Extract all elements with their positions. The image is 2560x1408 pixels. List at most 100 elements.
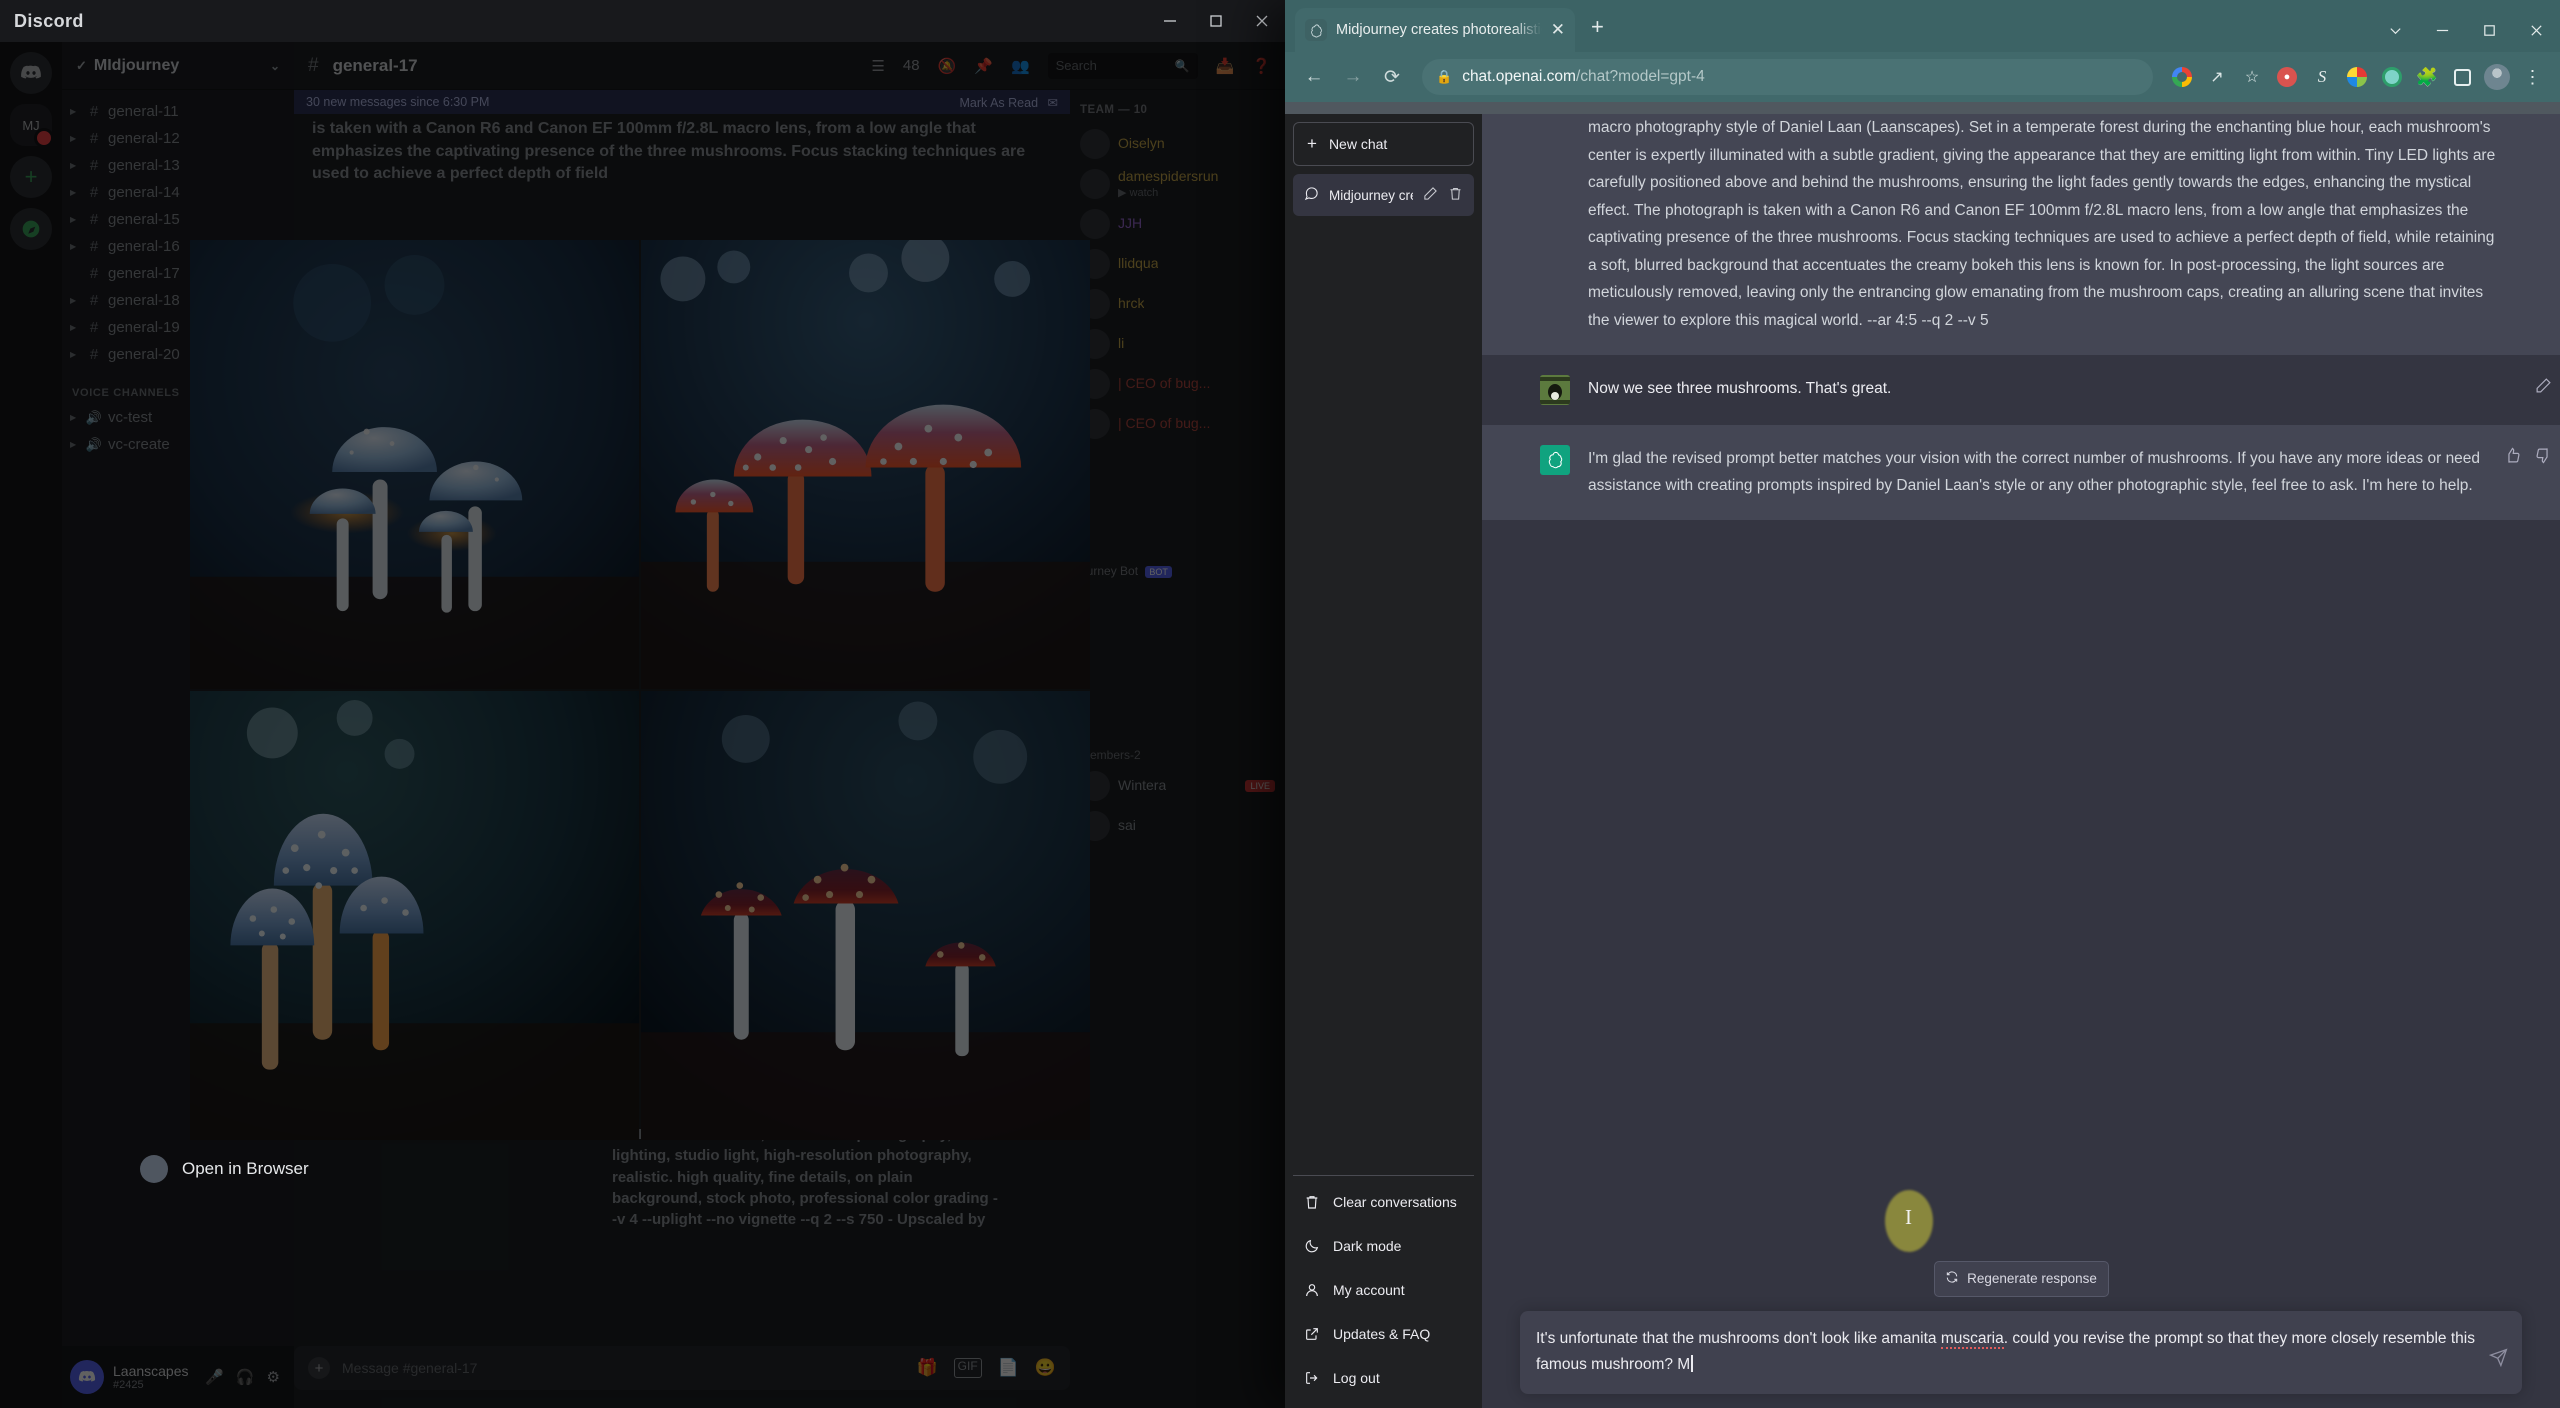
red-extension-icon[interactable]: ● (2271, 61, 2303, 93)
midjourney-image-3[interactable] (190, 691, 639, 1140)
chevron-down-icon[interactable]: ⌄ (270, 59, 280, 73)
maximize-icon[interactable] (2466, 8, 2513, 52)
send-icon[interactable] (2488, 1348, 2508, 1372)
discord-message-composer[interactable]: + Message #general-17 🎁 GIF 📄 😀 (294, 1346, 1070, 1390)
headphones-icon[interactable]: 🎧 (236, 1368, 255, 1386)
discord-channel-item[interactable]: ▶ # general-14 (62, 179, 294, 206)
regenerate-response-button[interactable]: Regenerate response (1933, 1260, 2109, 1297)
chrome-tab-strip[interactable]: Midjourney creates photorealistic ✕ + (1285, 0, 2560, 52)
sticker-icon[interactable]: 📄 (998, 1358, 1019, 1378)
open-in-browser-action[interactable]: Open in Browser (140, 1155, 309, 1183)
user-turn-actions[interactable] (2535, 377, 2552, 399)
chatgpt-sidebar[interactable]: + New chat Midjourney creates pho (1285, 114, 1482, 1408)
threads-icon[interactable]: ☰ (871, 57, 884, 75)
sidebar-item-log-out[interactable]: Log out (1293, 1356, 1474, 1400)
discord-image-grid[interactable] (190, 240, 1090, 1140)
pin-icon[interactable]: 📌 (974, 57, 993, 75)
composer-actions[interactable]: 🎁 GIF 📄 😀 (916, 1358, 1056, 1378)
discord-header-actions[interactable]: ☰ 48 🔕 📌 👥 Search 🔍 📥 ❓ (871, 52, 1271, 79)
reload-icon[interactable]: ⟳ (1375, 60, 1409, 94)
discord-member-item[interactable]: damespidersrun ▶ watch (1080, 164, 1275, 204)
discord-add-server-button[interactable]: + (10, 156, 52, 198)
chevron-down-icon[interactable] (2372, 8, 2419, 52)
discord-home-icon[interactable] (10, 52, 52, 94)
chrome-toolbar[interactable]: ← → ⟳ 🔒 chat.openai.com/chat?model=gpt-4… (1285, 52, 2560, 102)
inbox-icon[interactable]: 📥 (1216, 57, 1235, 75)
close-tab-icon[interactable]: ✕ (1551, 20, 1565, 40)
edit-icon[interactable] (2535, 377, 2552, 399)
assistant-turn-actions[interactable] (2504, 447, 2552, 469)
discord-member-list[interactable]: TEAM — 10 Oiselyn damespidersrun ▶ watch … (1070, 90, 1285, 1408)
discord-member-item[interactable]: | CEO of bug... (1080, 404, 1275, 444)
emoji-icon[interactable]: 😀 (1035, 1358, 1056, 1378)
green-extension-icon[interactable] (2376, 61, 2408, 93)
midjourney-image-2[interactable] (641, 240, 1090, 689)
discord-guild-midjourney[interactable]: MJ (10, 104, 54, 148)
chatgpt-sidebar-menu[interactable]: Clear conversations Dark mode My account… (1293, 1175, 1474, 1400)
share-icon[interactable]: ↗ (2201, 61, 2233, 93)
discord-explore-button[interactable] (10, 208, 52, 250)
midjourney-image-4[interactable] (641, 691, 1090, 1140)
discord-window-controls[interactable] (1147, 0, 1285, 42)
discord-channel-item[interactable]: ▶ # general-11 (62, 98, 294, 125)
discord-live-member[interactable]: Wintera LIVE (1080, 766, 1275, 806)
chrome-tab[interactable]: Midjourney creates photorealistic ✕ (1295, 8, 1575, 52)
new-tab-button[interactable]: + (1591, 14, 1604, 40)
sidebar-item-dark-mode[interactable]: Dark mode (1293, 1224, 1474, 1268)
midjourney-image-1[interactable] (190, 240, 639, 689)
discord-member-item[interactable]: li (1080, 324, 1275, 364)
thumbs-up-icon[interactable] (2504, 447, 2521, 469)
sidebar-item-my-account[interactable]: My account (1293, 1268, 1474, 1312)
chrome-toolbar-actions[interactable]: ↗ ☆ ● S 🧩 ⋮ (2166, 61, 2548, 93)
avatar[interactable] (70, 1360, 104, 1394)
gift-icon[interactable]: 🎁 (916, 1358, 937, 1378)
minimize-icon[interactable] (1147, 0, 1193, 42)
profile-avatar[interactable] (2481, 61, 2513, 93)
gear-icon[interactable]: ⚙ (267, 1368, 280, 1386)
side-panel-icon[interactable] (2446, 61, 2478, 93)
conversation-item[interactable]: Midjourney creates pho (1293, 174, 1474, 216)
sidebar-item-updates-faq[interactable]: Updates & FAQ (1293, 1312, 1474, 1356)
attach-plus-icon[interactable]: + (308, 1357, 330, 1379)
discord-new-messages-bar[interactable]: 30 new messages since 6:30 PM Mark As Re… (294, 90, 1070, 114)
discord-user-panel[interactable]: Laanscapes #2425 🎤 🎧 ⚙ (62, 1346, 294, 1408)
discord-member-item[interactable]: llidqua (1080, 244, 1275, 284)
discord-member-item[interactable]: | CEO of bug... (1080, 364, 1275, 404)
discord-member-item[interactable]: JJH (1080, 204, 1275, 244)
maximize-icon[interactable] (1193, 0, 1239, 42)
s-extension-icon[interactable]: S (2306, 61, 2338, 93)
bookmark-star-icon[interactable]: ☆ (2236, 61, 2268, 93)
chrome-menu-icon[interactable]: ⋮ (2516, 61, 2548, 93)
chat-input-box[interactable]: It's unfortunate that the mushrooms don'… (1520, 1310, 2522, 1394)
discord-channel-item[interactable]: ▶ # general-12 (62, 125, 294, 152)
thumbs-down-icon[interactable] (2535, 447, 2552, 469)
rgb-extension-icon[interactable] (2341, 61, 2373, 93)
discord-member-item[interactable]: Oiselyn (1080, 124, 1275, 164)
discord-user-controls[interactable]: 🎤 🎧 ⚙ (205, 1368, 286, 1386)
trash-icon[interactable] (1448, 186, 1463, 204)
mark-as-read-button[interactable]: Mark As Read ✉ (960, 95, 1058, 110)
address-bar[interactable]: 🔒 chat.openai.com/chat?model=gpt-4 (1422, 59, 2153, 95)
members-icon[interactable]: 👥 (1011, 57, 1030, 75)
discord-member-item[interactable]: hrck (1080, 284, 1275, 324)
discord-channel-item[interactable]: ▶ # general-15 (62, 206, 294, 233)
new-chat-button[interactable]: + New chat (1293, 122, 1474, 166)
edit-icon[interactable] (1423, 186, 1438, 204)
puzzle-extensions-icon[interactable]: 🧩 (2411, 61, 2443, 93)
back-icon[interactable]: ← (1297, 60, 1331, 94)
mic-icon[interactable]: 🎤 (205, 1368, 224, 1386)
discord-member-item[interactable]: sai (1080, 806, 1275, 846)
notification-off-icon[interactable]: 🔕 (938, 57, 957, 75)
discord-titlebar[interactable]: Discord (0, 0, 1285, 42)
help-icon[interactable]: ❓ (1252, 57, 1271, 75)
discord-guild-header[interactable]: ✓ MIdjourney ⌄ (62, 42, 294, 90)
gif-icon[interactable]: GIF (953, 1358, 982, 1378)
discord-channel-item[interactable]: ▶ # general-13 (62, 152, 294, 179)
forward-icon[interactable]: → (1336, 60, 1370, 94)
chrome-window-controls[interactable] (2372, 8, 2560, 52)
discord-window[interactable]: MJ + ✓ MIdjourney ⌄ ▶ # general-11 ▶ # gener… (0, 0, 1285, 1408)
chat-input-value[interactable]: It's unfortunate that the mushrooms don'… (1536, 1326, 2476, 1379)
sidebar-item-clear-conversations[interactable]: Clear conversations (1293, 1180, 1474, 1224)
google-icon[interactable] (2166, 61, 2198, 93)
close-icon[interactable] (1239, 0, 1285, 42)
